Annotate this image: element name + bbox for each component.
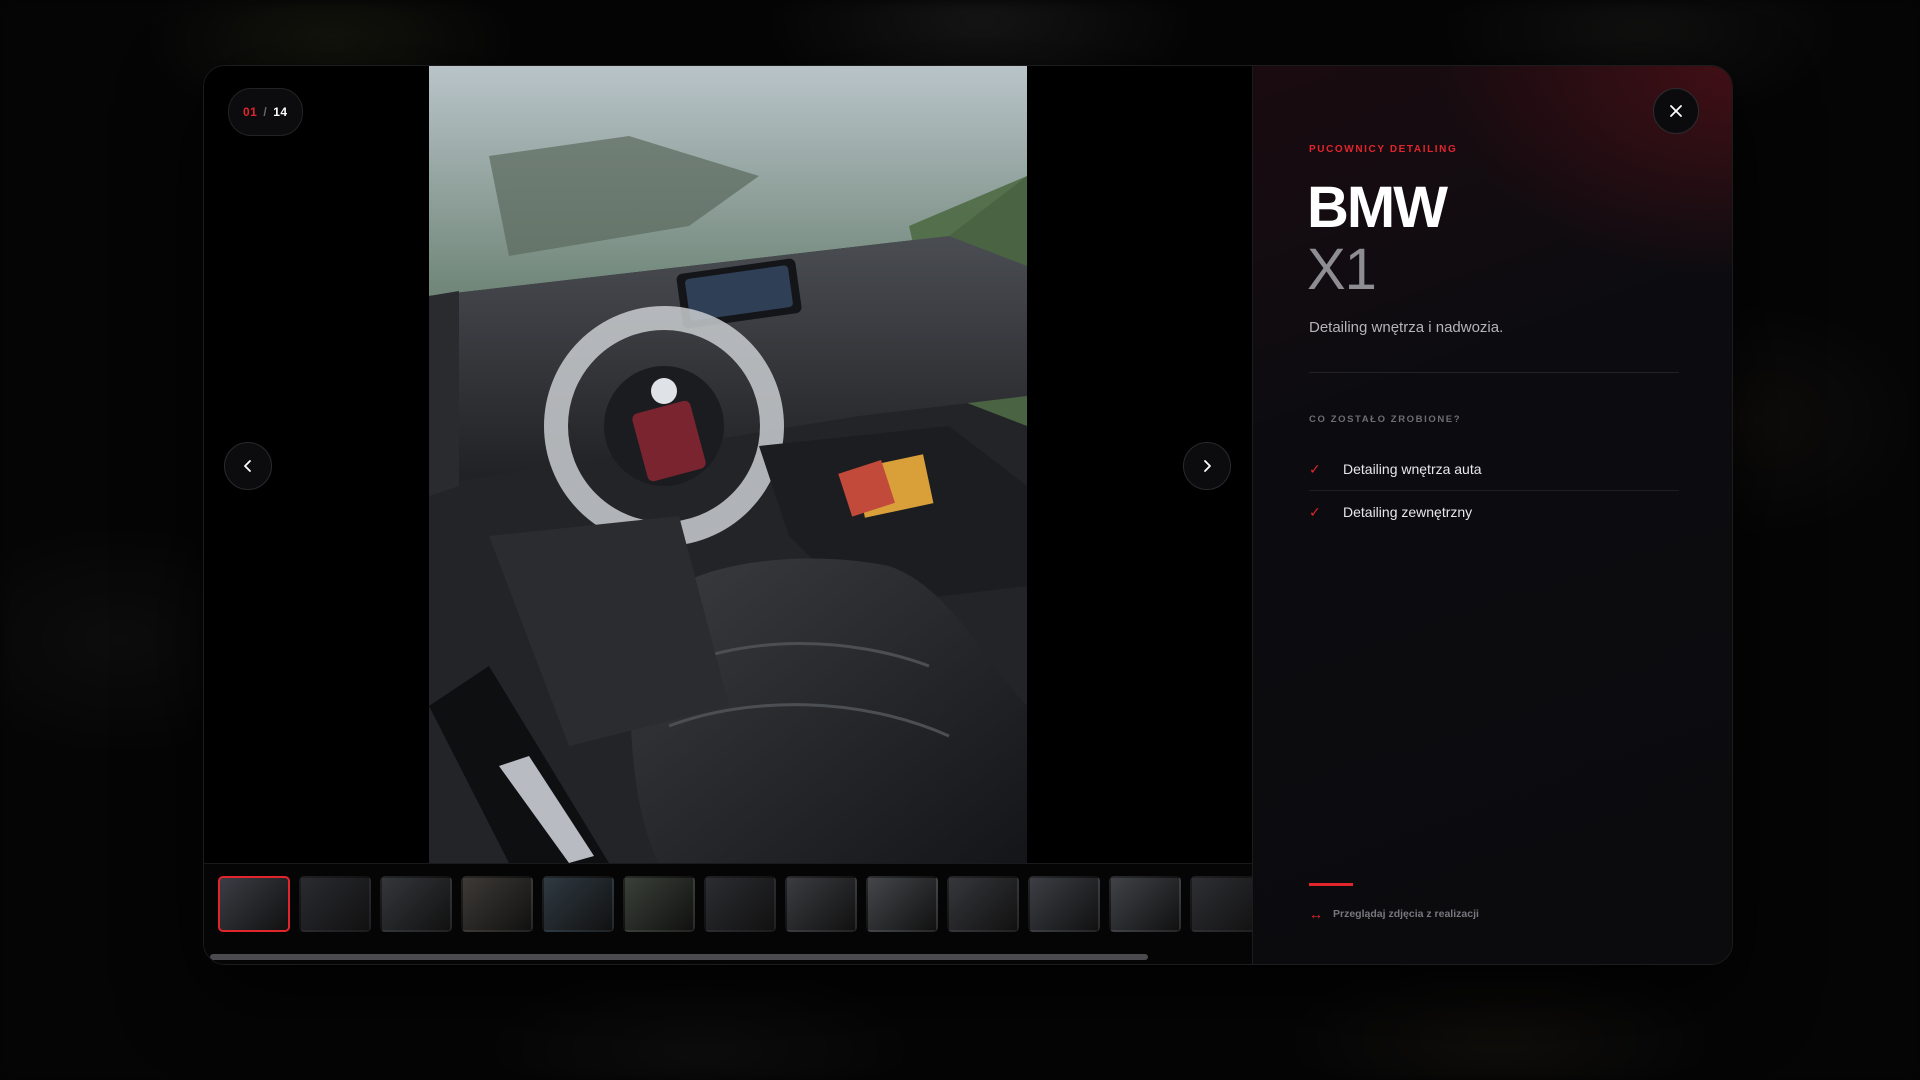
list-item: ✓ Detailing wnętrza auta [1309, 448, 1679, 491]
close-button[interactable] [1653, 88, 1699, 134]
next-photo-button[interactable] [1183, 442, 1231, 490]
chevron-right-icon [1204, 460, 1211, 472]
thumbnail-6[interactable] [623, 876, 695, 932]
gallery-viewer: 01 / 14 [204, 66, 1252, 964]
browse-hint-text: Przeglądaj zdjęcia z realizacji [1333, 908, 1479, 920]
work-done-heading: CO ZOSTAŁO ZROBIONE? [1309, 414, 1462, 425]
arrows-horizontal-icon: ↔ [1309, 906, 1323, 922]
thumbnail-11[interactable] [1028, 876, 1100, 932]
list-item-label: Detailing wnętrza auta [1343, 461, 1482, 477]
car-interior-image [429, 66, 1027, 863]
studio-eyebrow: PUCOWNICY DETAILING [1309, 144, 1458, 155]
thumbnail-9[interactable] [866, 876, 938, 932]
checkmark-icon: ✓ [1309, 503, 1321, 520]
accent-bar [1309, 883, 1353, 886]
thumbnail-1[interactable] [218, 876, 290, 932]
checkmark-icon: ✓ [1309, 460, 1321, 477]
project-info-panel: PUCOWNICY DETAILING BMW X1 Detailing wnę… [1252, 66, 1732, 964]
thumbnail-2[interactable] [299, 876, 371, 932]
photo-counter: 01 / 14 [228, 88, 303, 136]
thumbnail-strip [204, 863, 1252, 964]
gallery-modal: 01 / 14 PUCOWNICY DETAILING BMW X1 Detai… [203, 65, 1733, 965]
counter-separator: / [263, 105, 268, 119]
main-photo [429, 66, 1027, 863]
project-description: Detailing wnętrza i nadwozia. [1309, 319, 1504, 336]
thumbnail-list [218, 876, 1252, 932]
thumbnail-12[interactable] [1109, 876, 1181, 932]
counter-current: 01 [243, 105, 258, 119]
car-model-title: X1 [1307, 237, 1377, 302]
chevron-left-icon [244, 460, 251, 472]
work-done-list: ✓ Detailing wnętrza auta ✓ Detailing zew… [1309, 448, 1679, 533]
thumbnail-5[interactable] [542, 876, 614, 932]
thumbnail-scrollbar[interactable] [210, 954, 1250, 960]
browse-hint: ↔ Przeglądaj zdjęcia z realizacji [1309, 906, 1479, 922]
thumbnail-4[interactable] [461, 876, 533, 932]
scrollbar-thumb[interactable] [210, 954, 1148, 960]
list-item-label: Detailing zewnętrzny [1343, 504, 1473, 520]
thumbnail-7[interactable] [704, 876, 776, 932]
car-make-title: BMW [1307, 175, 1448, 240]
previous-photo-button[interactable] [224, 442, 272, 490]
divider [1309, 372, 1679, 373]
thumbnail-8[interactable] [785, 876, 857, 932]
counter-total: 14 [273, 105, 288, 119]
thumbnail-10[interactable] [947, 876, 1019, 932]
thumbnail-13[interactable] [1190, 876, 1252, 932]
close-icon [1670, 105, 1682, 117]
thumbnail-3[interactable] [380, 876, 452, 932]
list-item: ✓ Detailing zewnętrzny [1309, 491, 1679, 533]
